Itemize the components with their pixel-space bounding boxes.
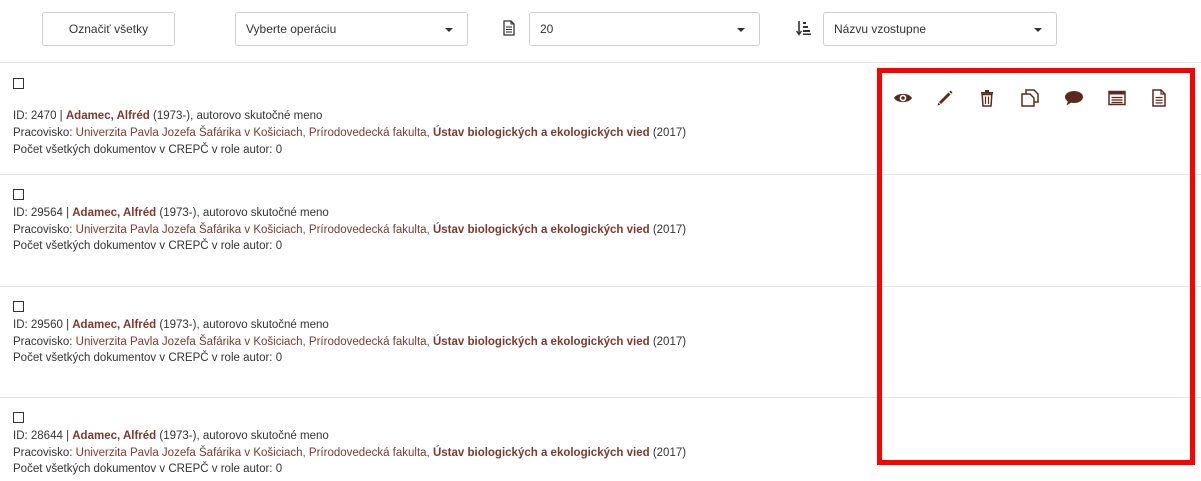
- sort-select-value: Názvu vzostupne: [834, 22, 927, 36]
- record-checkbox[interactable]: [13, 412, 24, 423]
- record-id-line: ID: 29564 | Adamec, Alfréd (1973-), auto…: [13, 207, 329, 219]
- view-button[interactable]: [892, 87, 914, 109]
- page-size-select[interactable]: 20: [529, 12, 760, 46]
- record-count-line: Počet všetkých dokumentov v CREPČ v role…: [13, 463, 283, 475]
- select-all-button[interactable]: Označiť všetky: [42, 12, 175, 46]
- record-count-line: Počet všetkých dokumentov v CREPČ v role…: [13, 240, 283, 252]
- sort-icon: [796, 21, 811, 36]
- edit-button[interactable]: [934, 87, 956, 109]
- record-name-link[interactable]: Adamec, Alfréd: [72, 430, 156, 442]
- workplace-link[interactable]: Univerzita Pavla Jozefa Šafárika v Košic…: [76, 127, 433, 139]
- comment-icon: [1065, 91, 1083, 106]
- department-link[interactable]: Ústav biologických a ekologických vied: [433, 447, 650, 459]
- operation-select-value: Vyberte operáciu: [246, 22, 337, 36]
- record-checkbox[interactable]: [13, 189, 24, 200]
- sort-select[interactable]: Názvu vzostupne: [823, 12, 1057, 46]
- record-count-line: Počet všetkých dokumentov v CREPČ v role…: [13, 144, 283, 156]
- record-id-line: ID: 29560 | Adamec, Alfréd (1973-), auto…: [13, 319, 329, 331]
- delete-button[interactable]: [976, 87, 998, 109]
- department-link[interactable]: Ústav biologických a ekologických vied: [433, 224, 650, 236]
- document-icon: [503, 20, 515, 36]
- workplace-link[interactable]: Univerzita Pavla Jozefa Šafárika v Košic…: [76, 447, 433, 459]
- chevron-down-icon: [737, 28, 745, 32]
- record-workplace-line: Pracovisko: Univerzita Pavla Jozefa Šafá…: [13, 336, 687, 348]
- record-workplace-line: Pracovisko: Univerzita Pavla Jozefa Šafá…: [13, 127, 687, 139]
- operation-select[interactable]: Vyberte operáciu: [235, 12, 468, 46]
- workplace-link[interactable]: Univerzita Pavla Jozefa Šafárika v Košic…: [76, 224, 433, 236]
- department-link[interactable]: Ústav biologických a ekologických vied: [433, 127, 650, 139]
- detail-button[interactable]: [1148, 87, 1170, 109]
- record-checkbox[interactable]: [13, 78, 24, 89]
- record-workplace-line: Pracovisko: Univerzita Pavla Jozefa Šafá…: [13, 224, 687, 236]
- list-button[interactable]: [1106, 87, 1128, 109]
- record-workplace-line: Pracovisko: Univerzita Pavla Jozefa Šafá…: [13, 447, 687, 459]
- document-icon: [1152, 89, 1166, 107]
- record-checkbox[interactable]: [13, 301, 24, 312]
- record-id-line: ID: 2470 | Adamec, Alfréd (1973-), autor…: [13, 110, 323, 122]
- eye-icon: [894, 93, 912, 103]
- list-icon: [1108, 90, 1126, 106]
- page-size-value: 20: [540, 22, 554, 36]
- duplicate-button[interactable]: [1019, 87, 1041, 109]
- trash-icon: [981, 90, 993, 107]
- toolbar: Označiť všetky Vyberte operáciu 20 Názvu…: [0, 0, 1201, 62]
- record-name-link[interactable]: Adamec, Alfréd: [66, 110, 150, 122]
- copy-icon: [1021, 89, 1039, 107]
- record-name-link[interactable]: Adamec, Alfréd: [72, 319, 156, 331]
- department-link[interactable]: Ústav biologických a ekologických vied: [433, 336, 650, 348]
- record-name-link[interactable]: Adamec, Alfréd: [72, 207, 156, 219]
- comment-button[interactable]: [1063, 87, 1085, 109]
- chevron-down-icon: [1034, 28, 1042, 32]
- record-actions-panel: [877, 68, 1195, 465]
- pencil-icon: [937, 90, 953, 106]
- chevron-down-icon: [445, 28, 453, 32]
- workplace-link[interactable]: Univerzita Pavla Jozefa Šafárika v Košic…: [76, 336, 433, 348]
- record-id-line: ID: 28644 | Adamec, Alfréd (1973-), auto…: [13, 430, 329, 442]
- record-count-line: Počet všetkých dokumentov v CREPČ v role…: [13, 352, 283, 364]
